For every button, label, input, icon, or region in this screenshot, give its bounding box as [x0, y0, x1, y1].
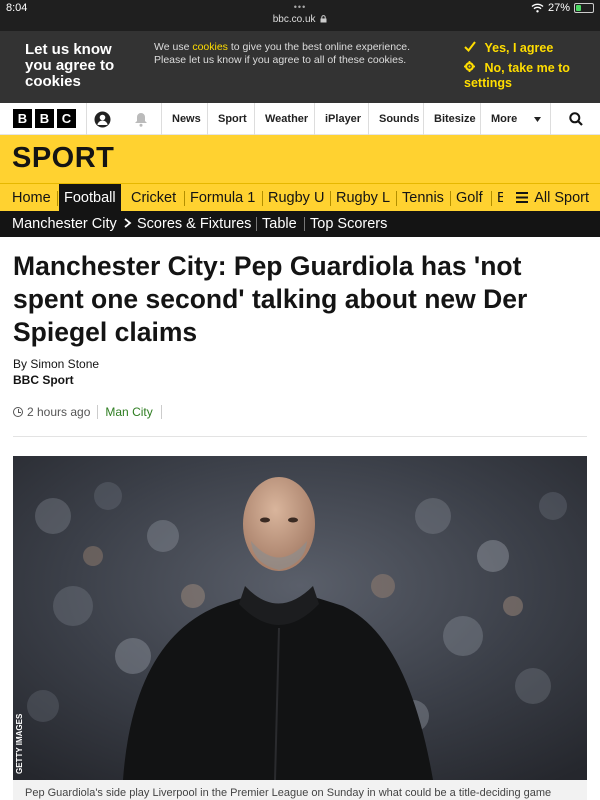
decline-label: No, take me to settings — [464, 61, 570, 90]
account-icon[interactable] — [88, 106, 116, 132]
search-icon — [568, 112, 583, 126]
nav-separator — [396, 191, 397, 206]
byline: By Simon Stone BBC Sport — [13, 356, 99, 388]
timestamp: 2 hours ago — [27, 405, 91, 419]
status-right: 27% — [531, 2, 594, 14]
battery-fill — [576, 5, 581, 11]
article-photo: GETTY IMAGES — [13, 456, 587, 780]
notifications-bell-icon[interactable] — [127, 106, 155, 132]
nav-divider — [86, 103, 87, 135]
subnav-team-label: Manchester City — [12, 216, 117, 232]
section-nav-more-item[interactable]: B — [497, 184, 503, 212]
nav-link-weather[interactable]: Weather — [254, 103, 314, 135]
sport-title[interactable]: SPORT — [12, 142, 114, 175]
cookie-message: We use cookies to give you the best onli… — [154, 41, 424, 67]
section-nav-rugby-union[interactable]: Rugby U — [268, 184, 324, 212]
clock-icon — [13, 407, 23, 417]
section-nav-rugby-league[interactable]: Rugby L — [336, 184, 390, 212]
nav-link-sounds[interactable]: Sounds — [368, 103, 423, 135]
nav-separator — [450, 191, 451, 206]
section-nav-golf[interactable]: Golf — [456, 184, 483, 212]
photo-credit: GETTY IMAGES — [15, 713, 24, 774]
article-meta: 2 hours ago Man City — [13, 405, 162, 419]
sub-nav: Manchester City Scores & Fixtures Table … — [0, 211, 600, 237]
section-nav-home[interactable]: Home — [12, 184, 51, 212]
bbc-top-nav: B B C News Sport Weather iPlayer Sounds … — [0, 103, 600, 135]
caret-down-icon — [534, 117, 541, 122]
nav-link-iplayer[interactable]: iPlayer — [314, 103, 368, 135]
nav-link-sport[interactable]: Sport — [207, 103, 254, 135]
photo-illustration — [13, 456, 587, 780]
bbc-logo-block: B — [35, 109, 54, 128]
subnav-manchester-city[interactable]: Manchester City — [12, 211, 132, 237]
bbc-logo-block: C — [57, 109, 76, 128]
search-button[interactable] — [550, 103, 600, 135]
all-sport-button[interactable]: All Sport — [512, 184, 589, 212]
nav-link-more[interactable]: More — [480, 103, 550, 135]
cookie-message-pre: We use — [154, 41, 193, 53]
sport-header: SPORT — [0, 135, 600, 183]
menu-icon — [515, 192, 528, 203]
nav-separator — [262, 191, 263, 206]
subnav-table[interactable]: Table — [262, 211, 297, 237]
battery-icon — [574, 3, 594, 13]
cookies-link[interactable]: cookies — [192, 41, 228, 53]
nav-separator — [330, 191, 331, 206]
lock-icon — [320, 15, 327, 23]
nav-separator — [491, 191, 492, 206]
meta-divider — [97, 405, 99, 419]
nav-separator — [57, 191, 58, 206]
meta-divider — [160, 405, 162, 419]
bbc-logo[interactable]: B B C — [13, 109, 76, 128]
nav-separator — [304, 217, 305, 231]
all-sport-label: All Sport — [534, 190, 589, 206]
url-text: bbc.co.uk — [272, 14, 316, 25]
accept-label: Yes, I agree — [484, 41, 554, 55]
section-nav: Home Football Cricket Formula 1 Rugby U … — [0, 183, 600, 212]
nav-separator — [184, 191, 185, 206]
check-icon — [464, 41, 478, 56]
section-nav-formula-1[interactable]: Formula 1 — [190, 184, 255, 212]
subnav-scores-fixtures[interactable]: Scores & Fixtures — [137, 211, 251, 237]
wifi-icon — [531, 3, 544, 13]
section-nav-football[interactable]: Football — [59, 184, 121, 212]
section-nav-cricket[interactable]: Cricket — [131, 184, 176, 212]
battery-percent: 27% — [547, 2, 570, 14]
tab-dots[interactable]: ••• — [0, 2, 600, 12]
gear-icon — [464, 61, 478, 76]
accept-cookies-button[interactable]: Yes, I agree — [464, 41, 553, 56]
photo-caption: Pep Guardiola's side play Liverpool in t… — [13, 780, 587, 800]
author-org: BBC Sport — [13, 373, 74, 387]
divider — [13, 436, 587, 437]
chevron-right-icon — [124, 218, 132, 228]
cookie-title: Let us know you agree to cookies — [25, 41, 115, 90]
bbc-logo-block: B — [13, 109, 32, 128]
topic-tag-link[interactable]: Man City — [105, 405, 152, 419]
article-headline: Manchester City: Pep Guardiola has 'not … — [13, 251, 528, 347]
subnav-top-scorers[interactable]: Top Scorers — [310, 211, 387, 237]
address-bar[interactable]: bbc.co.uk — [0, 14, 600, 25]
cookie-settings-button[interactable]: No, take me to settings — [464, 61, 594, 91]
status-bar: 8:04 ••• bbc.co.uk 27% — [0, 0, 600, 31]
nav-link-news[interactable]: News — [161, 103, 207, 135]
author-name: By Simon Stone — [13, 357, 100, 371]
nav-link-bitesize[interactable]: Bitesize — [423, 103, 480, 135]
nav-separator — [256, 217, 257, 231]
cookie-banner: Let us know you agree to cookies We use … — [0, 31, 600, 103]
more-label: More — [491, 113, 518, 125]
section-nav-tennis[interactable]: Tennis — [402, 184, 444, 212]
